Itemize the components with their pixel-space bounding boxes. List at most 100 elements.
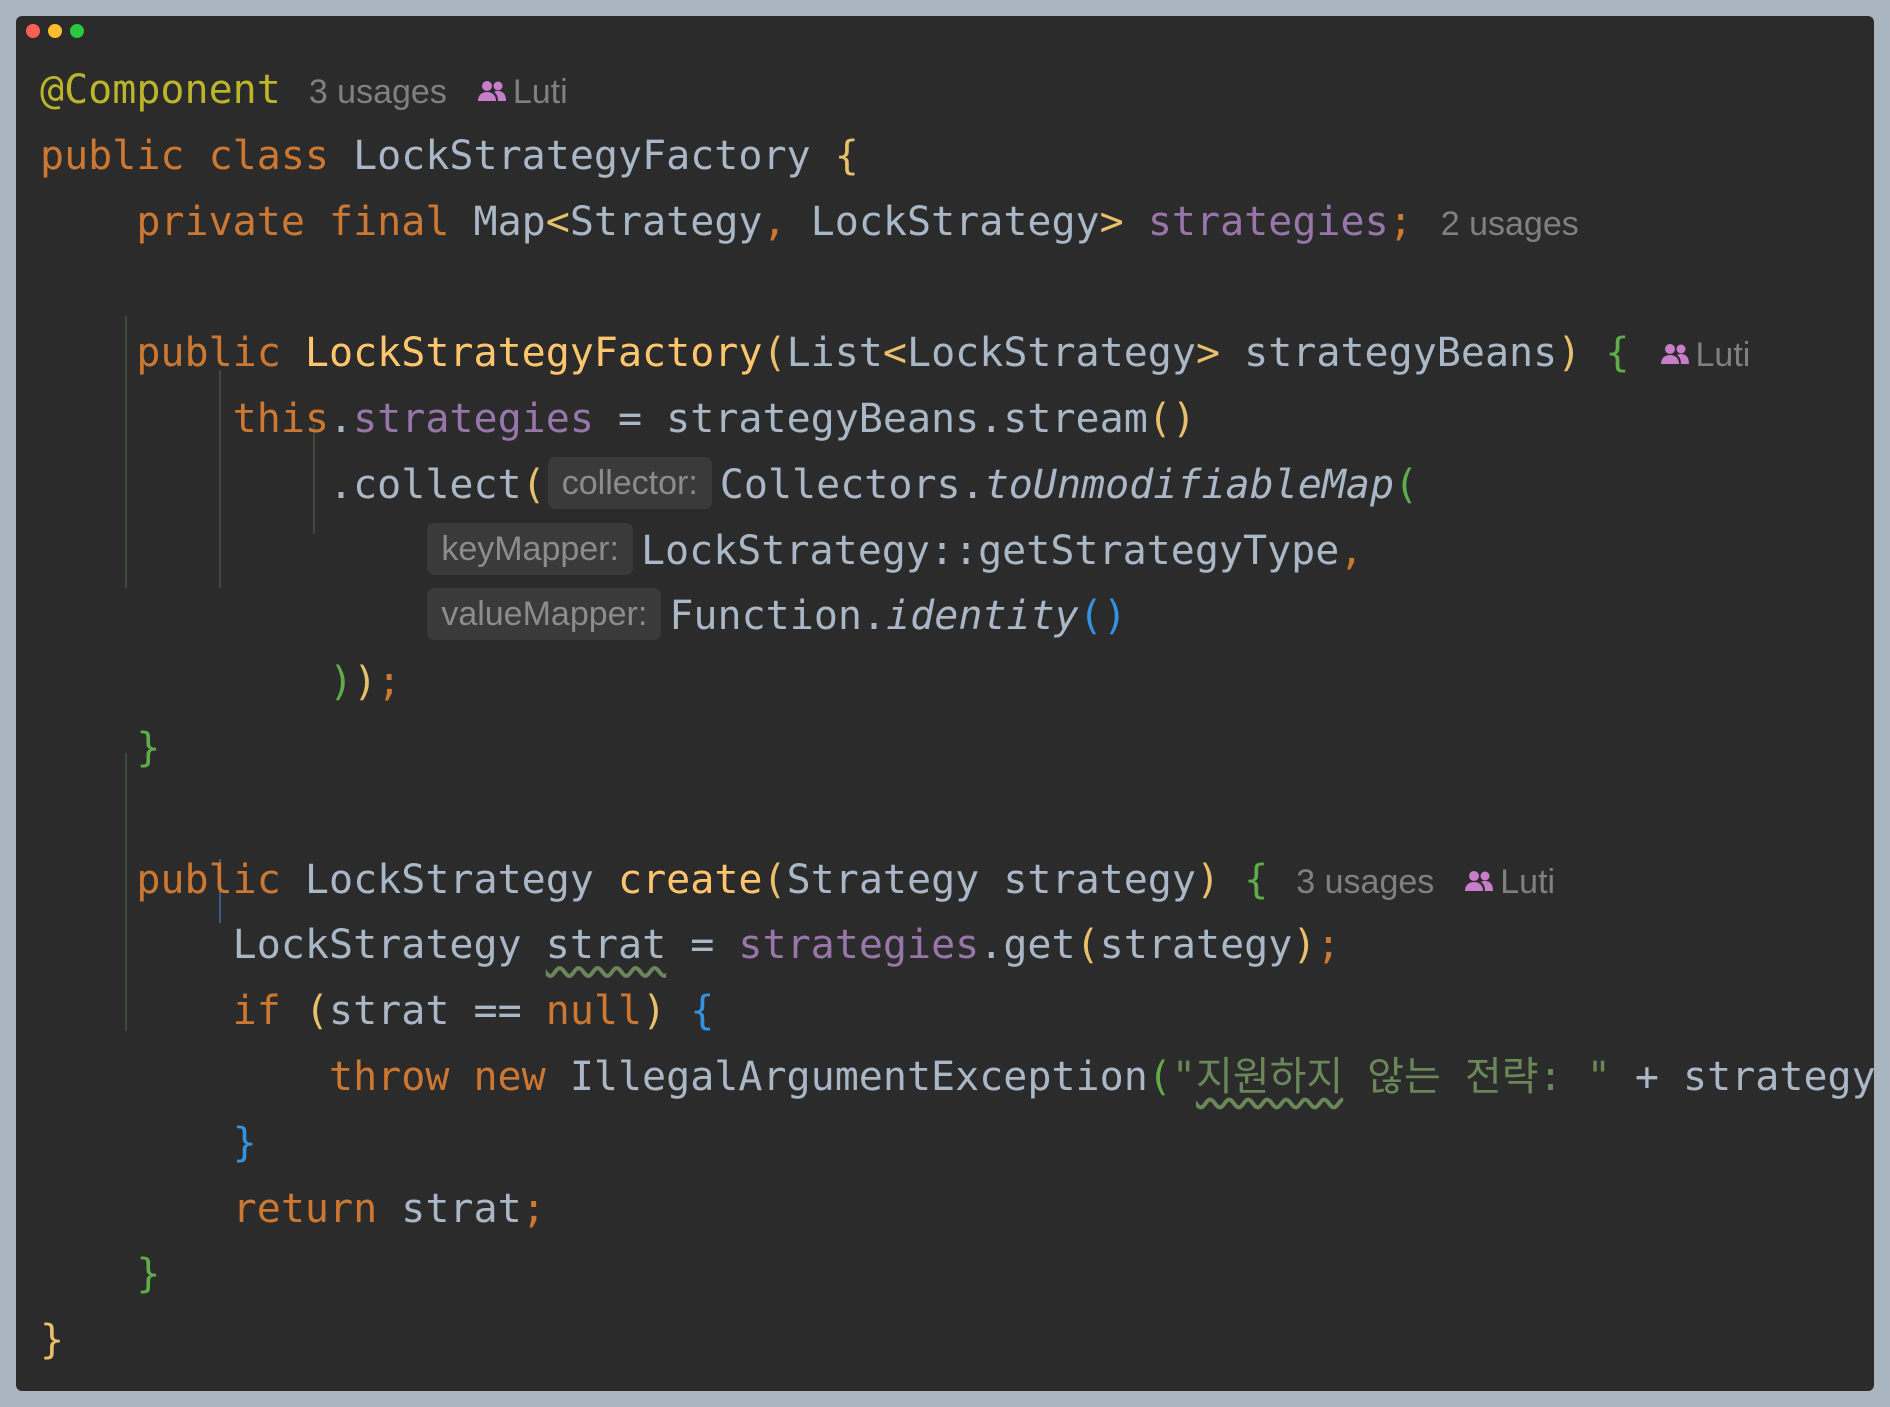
code-token: ) bbox=[1195, 856, 1221, 903]
code-token: List bbox=[786, 330, 883, 377]
code-token: = strategyBeans.stream bbox=[593, 395, 1148, 442]
code-token: identity bbox=[886, 593, 1079, 640]
code-line[interactable]: public class LockStrategyFactory { bbox=[40, 124, 1874, 190]
code-line[interactable] bbox=[40, 782, 1874, 848]
code-token: public bbox=[136, 330, 305, 377]
code-token: ; bbox=[521, 1185, 546, 1232]
parameter-hint: collector: bbox=[547, 456, 712, 509]
parameter-hint: valueMapper: bbox=[427, 588, 662, 641]
code-line[interactable]: this.strategies = strategyBeans.stream() bbox=[40, 387, 1874, 453]
code-token: create bbox=[617, 856, 763, 903]
code-line[interactable]: } bbox=[40, 716, 1874, 782]
author-name: Luti bbox=[512, 73, 568, 111]
code-token: " bbox=[1171, 1053, 1196, 1100]
code-line[interactable]: if (strat == null) { bbox=[40, 979, 1874, 1045]
usages-hint[interactable]: 3 usages bbox=[1296, 863, 1434, 901]
author-hint[interactable]: Luti bbox=[1464, 863, 1555, 901]
author-name: Luti bbox=[1695, 336, 1751, 375]
code-token: LockStrategy bbox=[304, 856, 618, 903]
close-window-button[interactable] bbox=[26, 24, 40, 38]
code-line[interactable]: valueMapper: Function.identity() bbox=[40, 584, 1874, 650]
code-line[interactable]: return strat; bbox=[40, 1177, 1874, 1243]
code-line[interactable]: public LockStrategy create(Strategy stra… bbox=[40, 848, 1874, 914]
code-token: strategy bbox=[1099, 922, 1293, 969]
users-icon bbox=[1660, 344, 1689, 365]
code-line[interactable]: } bbox=[40, 1242, 1874, 1308]
author-hint[interactable]: Luti bbox=[1660, 336, 1751, 375]
code-token: ( bbox=[304, 988, 329, 1035]
code-token: strategies bbox=[1147, 198, 1389, 245]
author-hint[interactable]: Luti bbox=[477, 73, 568, 111]
code-token: toUnmodifiableMap bbox=[984, 461, 1395, 508]
zoom-window-button[interactable] bbox=[70, 24, 84, 38]
code-token: ; bbox=[377, 659, 402, 706]
code-line[interactable]: .collect(collector: Collectors.toUnmodifi… bbox=[40, 453, 1874, 519]
code-line[interactable]: )); bbox=[40, 650, 1874, 716]
code-token: ( bbox=[1394, 461, 1419, 508]
code-token: ( bbox=[762, 856, 787, 903]
code-line[interactable]: public LockStrategyFactory(List<LockStra… bbox=[40, 321, 1874, 387]
code-token: LockStrategyFactory bbox=[304, 330, 763, 377]
code-token: { bbox=[834, 132, 859, 179]
code-token: () bbox=[1078, 593, 1127, 640]
code-token: Map bbox=[473, 198, 546, 245]
code-token: strategyBeans bbox=[1220, 330, 1558, 377]
code-token: strategies bbox=[738, 922, 980, 969]
code-token: + strategy bbox=[1610, 1053, 1874, 1100]
code-token: LockStrategy bbox=[232, 922, 546, 969]
code-token: Collectors. bbox=[719, 461, 985, 508]
code-token: strategies bbox=[353, 395, 594, 442]
code-token: ( bbox=[762, 330, 787, 377]
code-line[interactable]: throw new IllegalArgumentException("지원하지… bbox=[40, 1045, 1874, 1111]
code-token: strat bbox=[545, 922, 667, 969]
code-token: > bbox=[1195, 330, 1221, 377]
code-token: public class bbox=[40, 132, 354, 179]
code-token: 지원하지 bbox=[1195, 1053, 1344, 1100]
usages-hint[interactable]: 2 usages bbox=[1441, 205, 1579, 243]
code-line[interactable]: LockStrategy strat = strategies.get(stra… bbox=[40, 913, 1874, 979]
usages-hint[interactable]: 3 usages bbox=[309, 73, 447, 111]
code-token: Strategy strategy bbox=[786, 856, 1196, 903]
code-token: private final bbox=[136, 198, 474, 245]
code-token: null bbox=[545, 988, 643, 1035]
code-token: ) bbox=[1557, 330, 1582, 377]
window-controls bbox=[26, 24, 84, 38]
code-area[interactable]: @Component 3 usages Luti public class LockS… bbox=[40, 58, 1874, 1374]
code-token: { bbox=[1244, 856, 1269, 903]
code-token: = bbox=[666, 922, 739, 969]
code-line[interactable]: } bbox=[40, 1308, 1874, 1374]
code-line[interactable]: } bbox=[40, 1111, 1874, 1177]
code-token: ( bbox=[1075, 922, 1100, 969]
code-token: > bbox=[1099, 198, 1124, 245]
code-token: , bbox=[1339, 527, 1364, 574]
code-token: LockStrategyFactory bbox=[353, 132, 835, 179]
users-icon bbox=[477, 81, 506, 102]
code-line[interactable]: private final Map<Strategy, LockStrategy… bbox=[40, 190, 1874, 256]
code-token: LockStrategy bbox=[810, 198, 1100, 245]
code-token: Function. bbox=[669, 593, 887, 640]
code-token: { bbox=[690, 988, 715, 1035]
code-token: 않는 전략: " bbox=[1343, 1053, 1611, 1100]
code-line[interactable]: @Component 3 usages Luti bbox=[40, 58, 1874, 124]
minimize-window-button[interactable] bbox=[48, 24, 62, 38]
users-icon bbox=[1465, 870, 1494, 891]
code-token: strat == bbox=[329, 988, 546, 1035]
code-line[interactable]: keyMapper: LockStrategy::getStrategyType, bbox=[40, 519, 1874, 585]
code-line[interactable] bbox=[40, 255, 1874, 321]
code-token: ( bbox=[1147, 1053, 1172, 1100]
code-token: < bbox=[882, 330, 907, 377]
code-token: this bbox=[232, 395, 329, 442]
code-token: throw new bbox=[328, 1053, 570, 1100]
